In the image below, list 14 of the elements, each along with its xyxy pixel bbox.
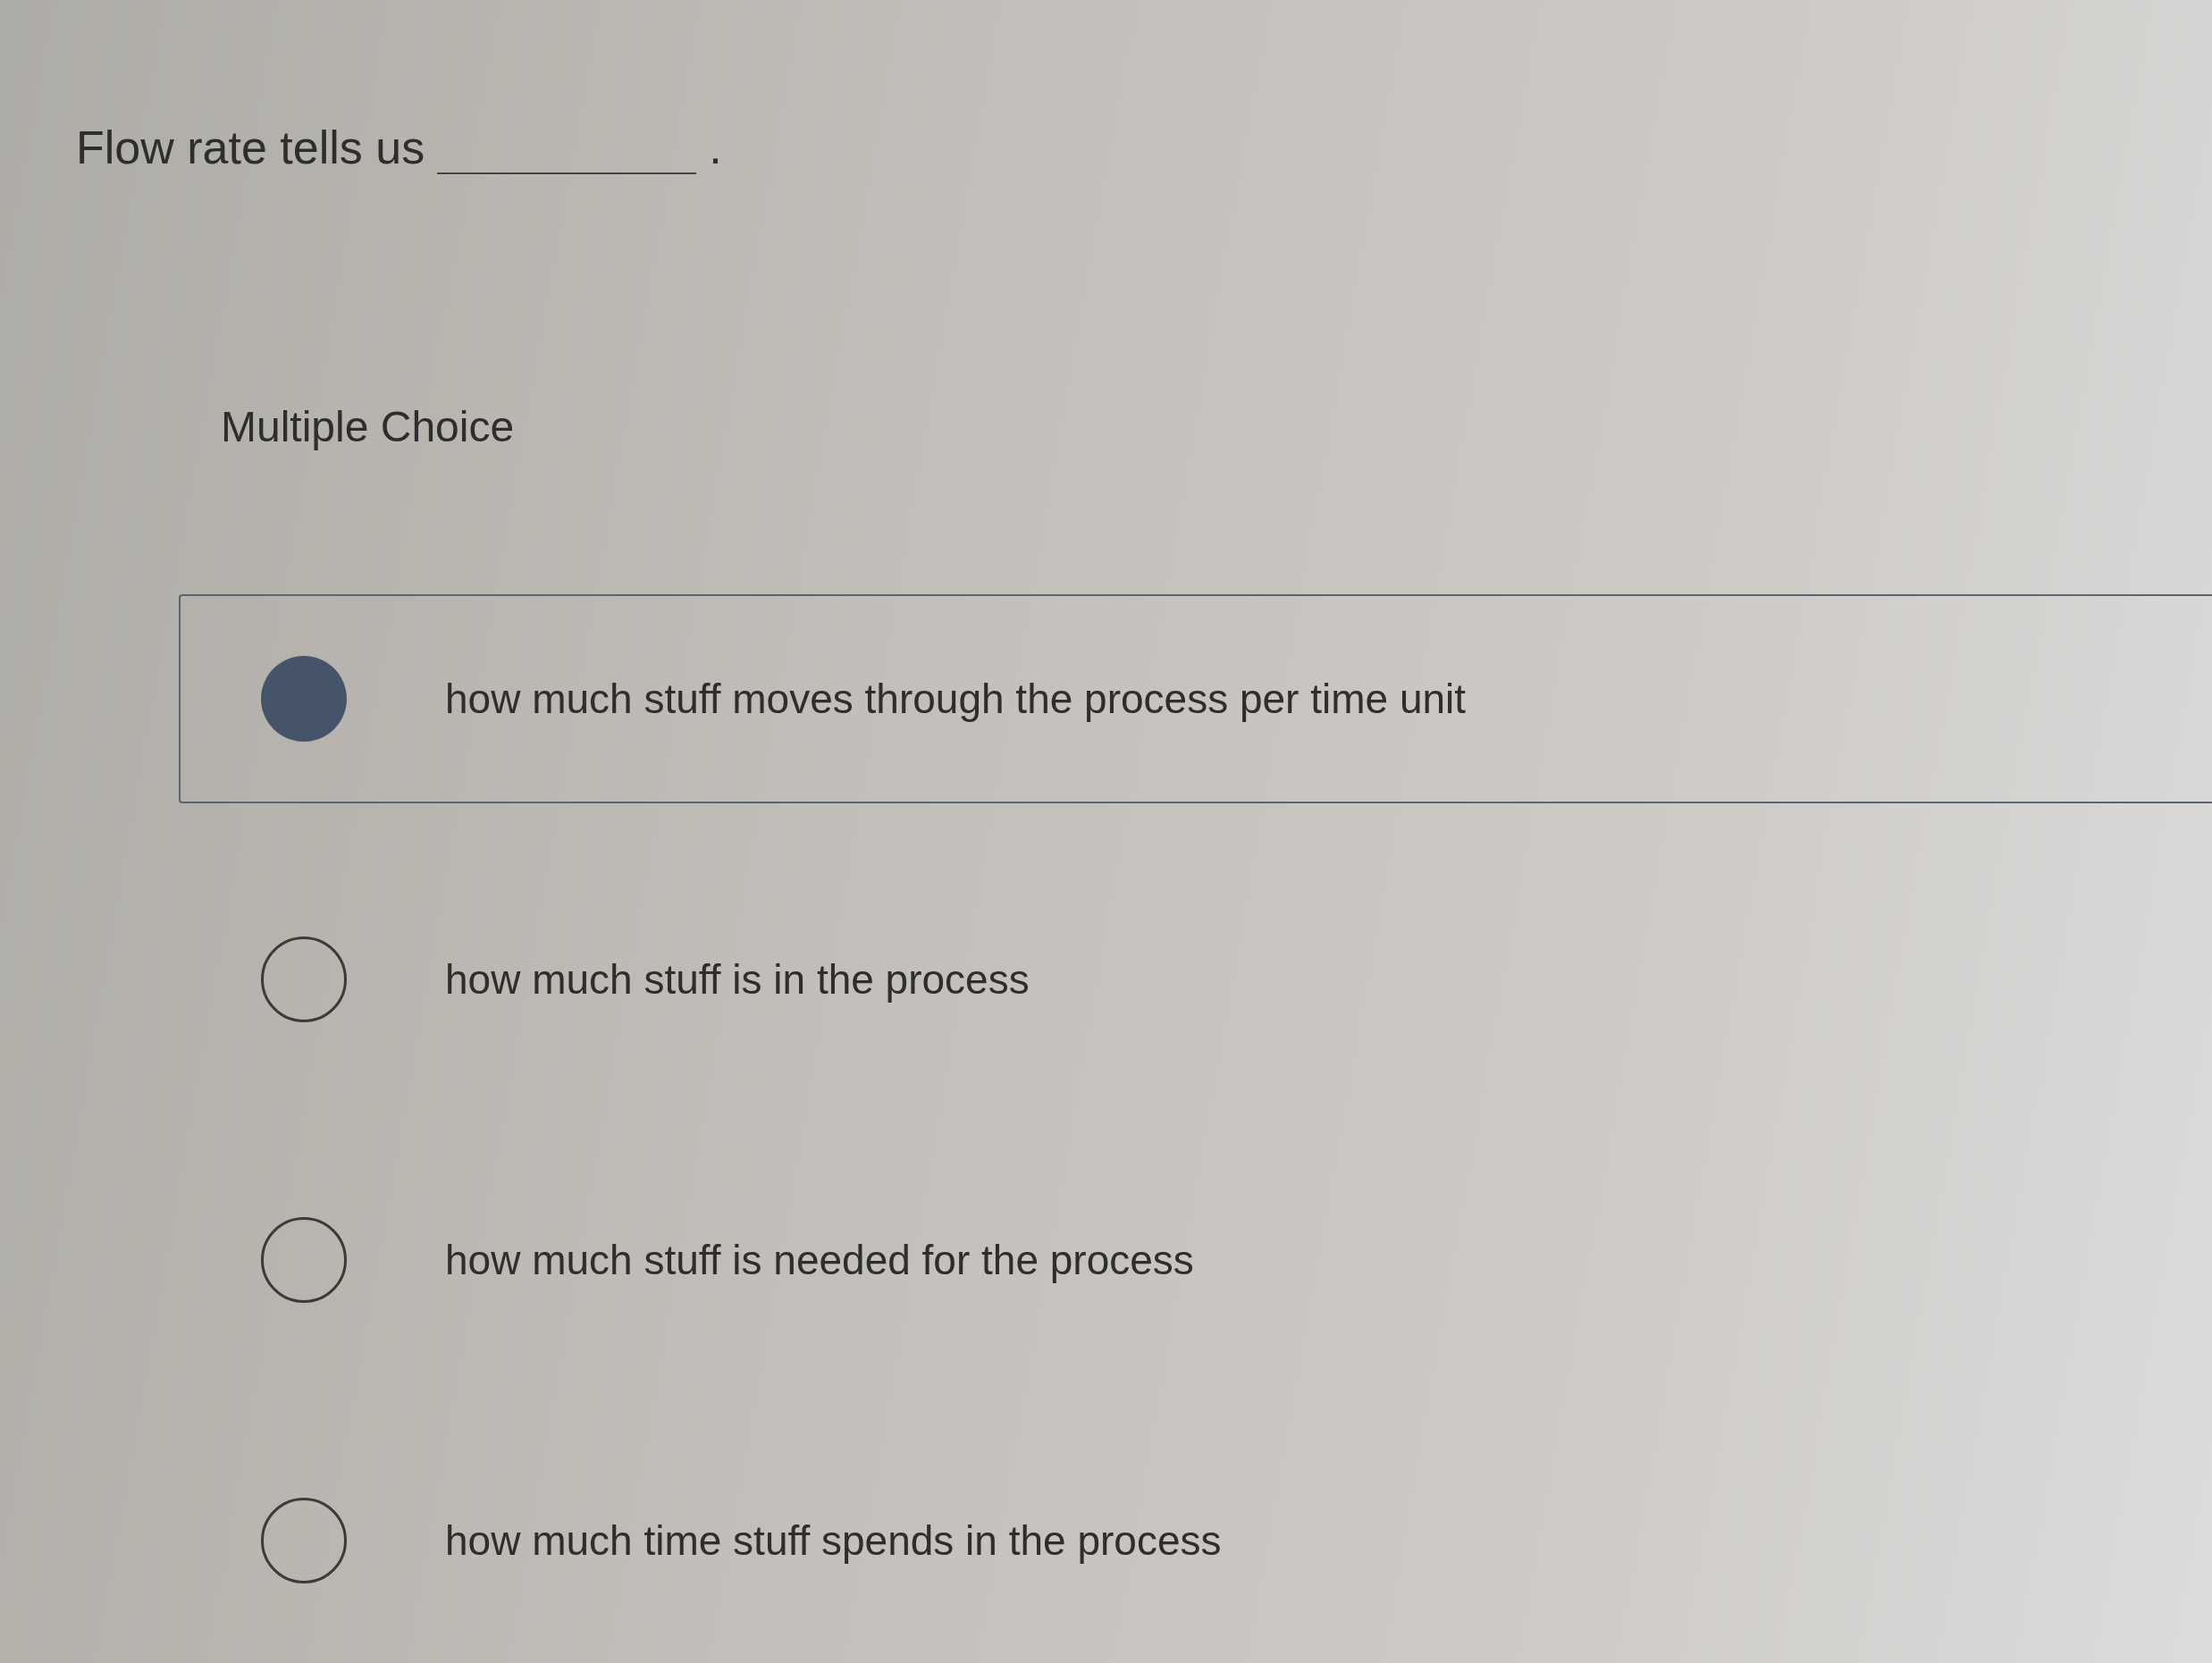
answer-option[interactable]: how much time stuff spends in the process [179, 1436, 2212, 1645]
option-label: how much time stuff spends in the process [445, 1516, 1222, 1565]
option-label: how much stuff moves through the process per time unit [445, 675, 1467, 723]
answer-option[interactable]: how much stuff moves through the process per time unit [179, 594, 2212, 803]
answer-option[interactable]: how much stuff is in the process [179, 875, 2212, 1084]
option-label: how much stuff is needed for the process [445, 1236, 1194, 1284]
radio-button[interactable] [261, 936, 347, 1022]
section-label: Multiple Choice [221, 402, 516, 451]
radio-button[interactable] [261, 1217, 347, 1303]
answer-option[interactable]: how much stuff is needed for the process [179, 1155, 2212, 1365]
period: . [709, 121, 722, 174]
radio-button[interactable] [261, 1498, 347, 1583]
question-text: Flow rate tells us [76, 121, 425, 174]
option-label: how much stuff is in the process [445, 955, 1030, 1004]
